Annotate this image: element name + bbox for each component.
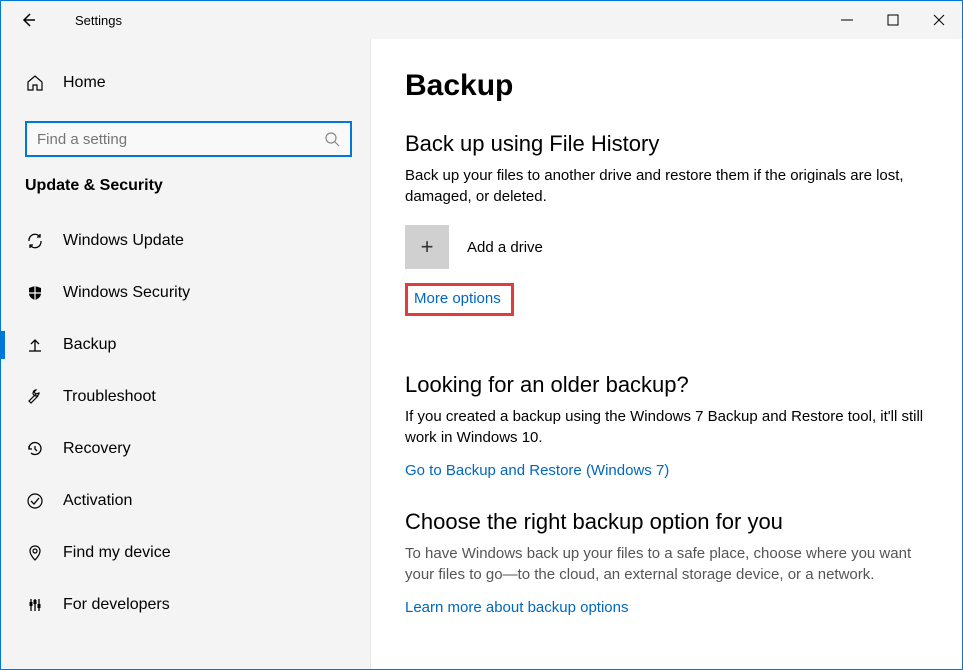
file-history-desc: Back up your files to another drive and … bbox=[405, 165, 925, 207]
window-title: Settings bbox=[75, 13, 122, 28]
more-options-link[interactable]: More options bbox=[414, 290, 501, 307]
add-drive-row: + Add a drive bbox=[405, 225, 928, 269]
content-panel: Backup Back up using File History Back u… bbox=[371, 39, 962, 669]
file-history-heading: Back up using File History bbox=[405, 131, 928, 157]
search-input[interactable] bbox=[37, 131, 324, 148]
sidebar-item-backup[interactable]: Backup bbox=[1, 319, 370, 371]
backup-icon bbox=[25, 335, 45, 355]
sidebar-item-find-my-device[interactable]: Find my device bbox=[1, 527, 370, 579]
sidebar-item-recovery[interactable]: Recovery bbox=[1, 423, 370, 475]
choose-option-desc: To have Windows back up your files to a … bbox=[405, 543, 925, 585]
wrench-icon bbox=[25, 387, 45, 407]
choose-option-section: Choose the right backup option for you T… bbox=[405, 509, 928, 616]
window-controls bbox=[824, 1, 962, 39]
add-drive-button[interactable]: + bbox=[405, 225, 449, 269]
sidebar-item-label: Find my device bbox=[63, 544, 171, 562]
sidebar-item-label: Recovery bbox=[63, 440, 131, 458]
older-backup-section: Looking for an older backup? If you crea… bbox=[405, 372, 928, 479]
sidebar-item-label: For developers bbox=[63, 596, 170, 614]
search-box[interactable] bbox=[25, 121, 352, 157]
maximize-icon bbox=[887, 14, 899, 26]
check-circle-icon bbox=[25, 491, 45, 511]
shield-icon bbox=[25, 283, 45, 303]
page-title: Backup bbox=[405, 69, 928, 103]
back-arrow-icon bbox=[19, 11, 37, 29]
sidebar-item-troubleshoot[interactable]: Troubleshoot bbox=[1, 371, 370, 423]
sidebar-item-label: Windows Security bbox=[63, 284, 190, 302]
more-options-highlight: More options bbox=[405, 283, 514, 316]
search-icon bbox=[324, 131, 340, 147]
sidebar-home[interactable]: Home bbox=[1, 59, 370, 107]
sidebar-item-label: Backup bbox=[63, 336, 116, 354]
older-backup-desc: If you created a backup using the Window… bbox=[405, 406, 925, 448]
sidebar-item-activation[interactable]: Activation bbox=[1, 475, 370, 527]
sidebar-item-label: Troubleshoot bbox=[63, 388, 156, 406]
learn-more-link[interactable]: Learn more about backup options bbox=[405, 599, 928, 616]
sidebar-item-windows-security[interactable]: Windows Security bbox=[1, 267, 370, 319]
sidebar-item-for-developers[interactable]: For developers bbox=[1, 579, 370, 631]
home-icon bbox=[25, 73, 45, 93]
backup-restore-link[interactable]: Go to Backup and Restore (Windows 7) bbox=[405, 462, 928, 479]
close-button[interactable] bbox=[916, 1, 962, 39]
older-backup-heading: Looking for an older backup? bbox=[405, 372, 928, 398]
close-icon bbox=[933, 14, 945, 26]
sidebar-item-label: Activation bbox=[63, 492, 132, 510]
choose-option-heading: Choose the right backup option for you bbox=[405, 509, 928, 535]
sync-icon bbox=[25, 231, 45, 251]
location-icon bbox=[25, 543, 45, 563]
plus-icon: + bbox=[421, 234, 434, 260]
history-icon bbox=[25, 439, 45, 459]
sidebar-category-label: Update & Security bbox=[1, 177, 370, 215]
main-area: Home Update & Security Windows Update Wi… bbox=[1, 39, 962, 669]
tools-icon bbox=[25, 595, 45, 615]
sidebar: Home Update & Security Windows Update Wi… bbox=[1, 39, 371, 669]
minimize-icon bbox=[841, 14, 853, 26]
titlebar: Settings bbox=[1, 1, 962, 39]
add-drive-label: Add a drive bbox=[467, 239, 543, 256]
sidebar-item-label: Windows Update bbox=[63, 232, 184, 250]
sidebar-home-label: Home bbox=[63, 74, 106, 92]
back-button[interactable] bbox=[19, 11, 47, 29]
minimize-button[interactable] bbox=[824, 1, 870, 39]
sidebar-item-windows-update[interactable]: Windows Update bbox=[1, 215, 370, 267]
maximize-button[interactable] bbox=[870, 1, 916, 39]
